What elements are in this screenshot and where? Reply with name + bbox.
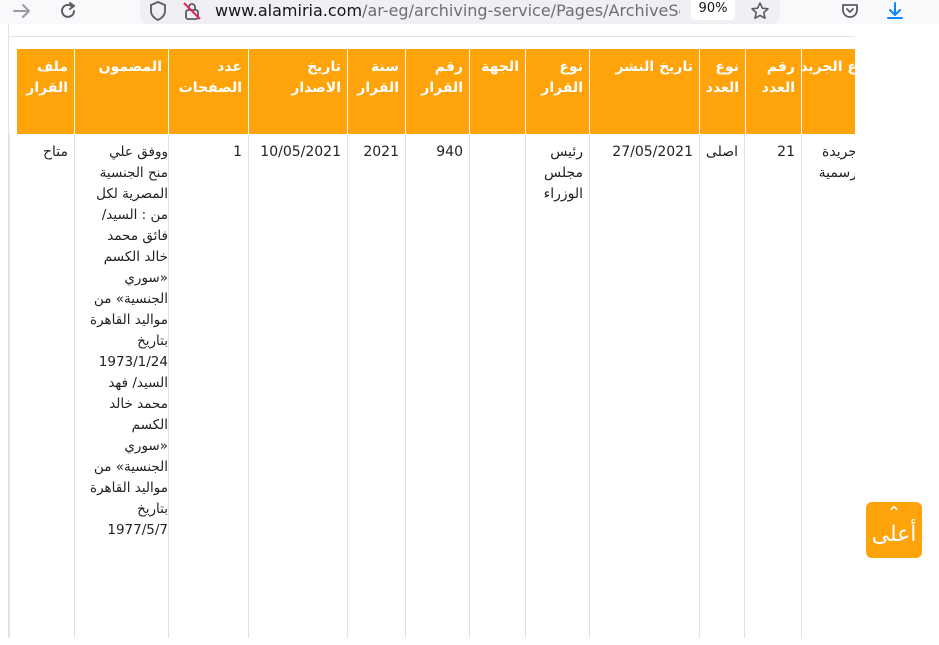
header-decision-type[interactable]: نوع القرار: [526, 49, 590, 134]
header-gazette-type-label: نوع الجريدة: [802, 59, 855, 75]
reload-icon[interactable]: [56, 0, 80, 22]
cell-page-count: 1: [233, 144, 242, 160]
back-to-top-button[interactable]: ⌃ أعلى: [866, 502, 922, 558]
header-authority[interactable]: الجهة: [470, 49, 526, 134]
cell-gazette-type: جريدة رسمية: [809, 142, 855, 184]
chevron-up-icon: ⌃: [886, 503, 902, 524]
table-header: ملف القرار المضمون عدد الصفحات تاريخ الا…: [17, 49, 855, 134]
cell-decision-file[interactable]: متاح: [17, 142, 74, 163]
cell-decision-type: رئيس مجلس الوزراء: [543, 144, 583, 202]
url-text[interactable]: www.alamiria.com/ar-eg/archiving-service…: [215, 1, 680, 20]
pocket-icon[interactable]: [838, 0, 862, 22]
cell-issue-date: 10/05/2021: [260, 144, 341, 160]
header-issue-type[interactable]: نوع العدد: [700, 49, 746, 134]
back-to-top-label: أعلى: [871, 522, 917, 547]
header-decision-year[interactable]: سنة القرار: [348, 49, 406, 134]
header-decision-number[interactable]: رقم القرار: [406, 49, 470, 134]
insecure-lock-icon[interactable]: [180, 0, 204, 22]
cell-decision-number: 940: [436, 144, 463, 160]
browser-toolbar: www.alamiria.com/ar-eg/archiving-service…: [0, 0, 939, 24]
downloads-icon[interactable]: [883, 0, 907, 22]
header-gazette-type[interactable]: نوع الجريدة: [802, 49, 855, 134]
header-issue-date[interactable]: تاريخ الاصدار: [249, 49, 348, 134]
forward-icon[interactable]: [10, 0, 34, 22]
header-page-count[interactable]: عدد الصفحات: [169, 49, 249, 134]
zoom-level-button[interactable]: 90%: [691, 0, 735, 20]
cell-publish-date: 27/05/2021: [612, 144, 693, 160]
cell-content: ووفق علي منح الجنسية المصرية لكل من : ال…: [90, 144, 168, 538]
header-content[interactable]: المضمون: [75, 49, 169, 134]
header-issue-number[interactable]: رقم العدد: [746, 49, 802, 134]
header-publish-date[interactable]: تاريخ النشر: [590, 49, 700, 134]
shield-icon[interactable]: [146, 0, 170, 22]
table-top-row: [9, 24, 855, 37]
url-path: /ar-eg/archiving-service/Pages/ArchiveSe…: [362, 1, 680, 20]
cell-issue-type: اصلى: [705, 144, 738, 160]
cell-decision-year: 2021: [363, 144, 399, 160]
cell-gazette-type-text: جريدة رسمية: [818, 144, 855, 181]
results-table: ملف القرار المضمون عدد الصفحات تاريخ الا…: [8, 24, 855, 638]
header-decision-file[interactable]: ملف القرار: [17, 49, 75, 134]
cell-issue-number: 21: [777, 144, 795, 160]
url-host: www.alamiria.com: [215, 1, 363, 20]
bookmark-star-icon[interactable]: [748, 0, 772, 22]
